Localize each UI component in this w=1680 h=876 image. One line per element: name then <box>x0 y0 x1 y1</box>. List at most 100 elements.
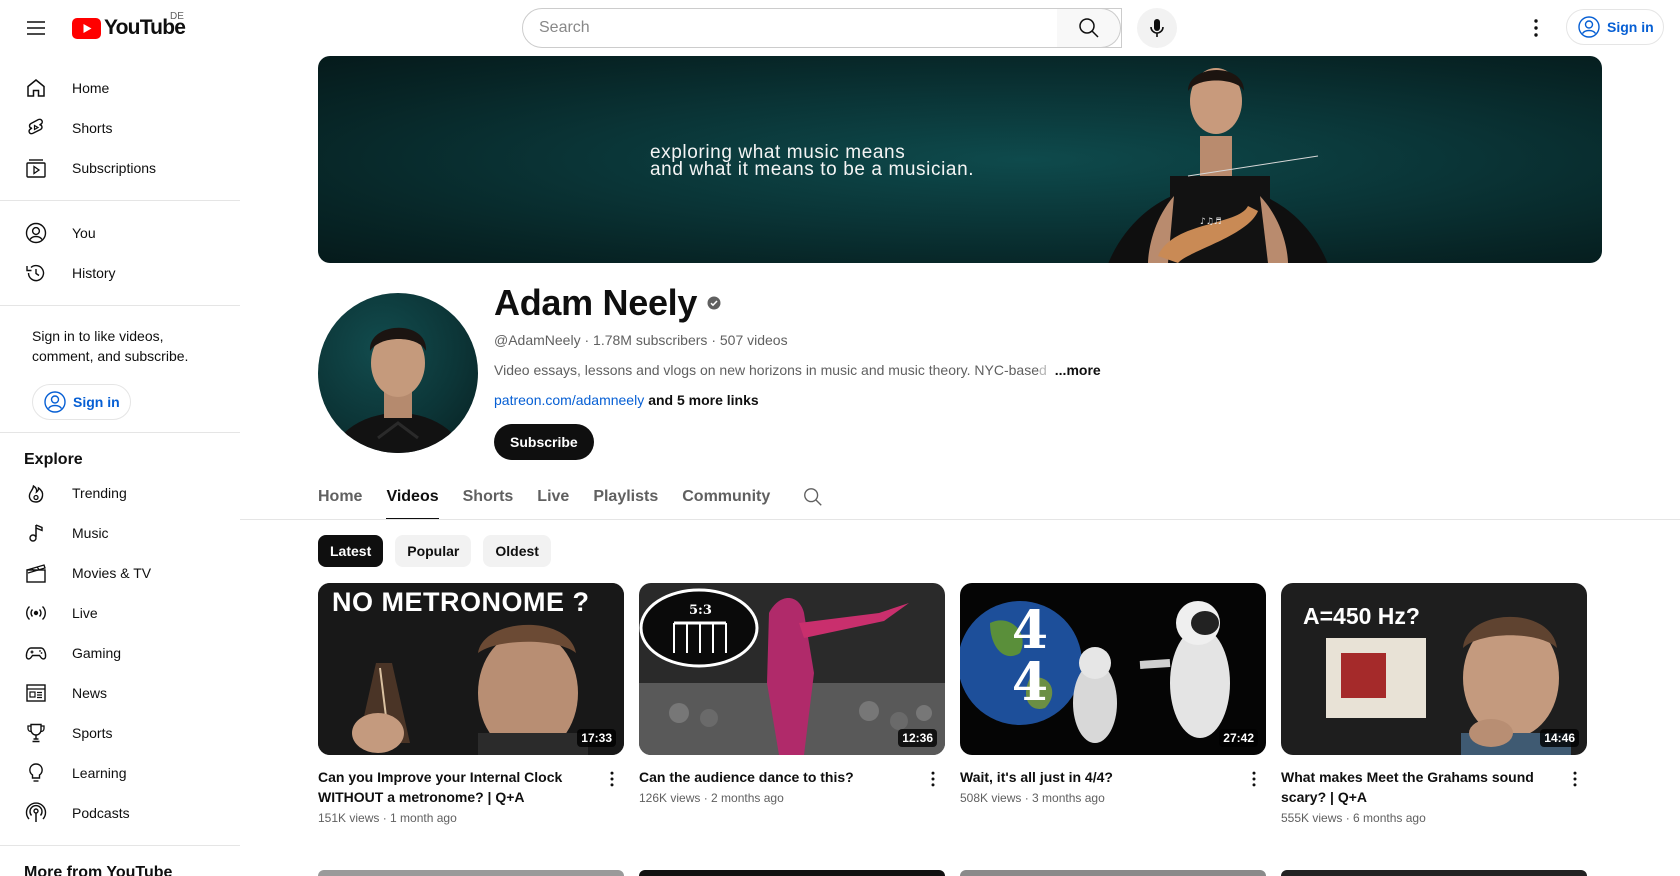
video-thumbnail[interactable]: NO METRONOME ? 17:33 <box>318 583 624 755</box>
video-card: NO METRONOME ? 17:33 Can you Improve you… <box>318 583 624 825</box>
video-menu-button[interactable] <box>1242 767 1266 791</box>
tab-live[interactable]: Live <box>537 474 569 520</box>
channel-avatar[interactable] <box>318 293 478 453</box>
video-menu-button[interactable] <box>1563 767 1587 791</box>
tab-community[interactable]: Community <box>682 474 770 520</box>
svg-text:♪♫♬: ♪♫♬ <box>1200 217 1222 227</box>
sports-icon <box>24 721 48 745</box>
video-thumbnail-partial[interactable] <box>639 870 945 876</box>
sidebar-item-label: Movies & TV <box>72 565 152 581</box>
sidebar-item-trending[interactable]: Trending <box>0 473 228 513</box>
channel-description-fade: d <box>1038 362 1047 378</box>
more-links-button[interactable]: and 5 more links <box>648 392 758 408</box>
description-more-link[interactable]: ...more <box>1055 362 1101 378</box>
sidebar-item-label: Subscriptions <box>72 160 157 176</box>
subscribe-button[interactable]: Subscribe <box>494 424 594 460</box>
video-thumbnail[interactable]: A=450 Hz? 14:46 <box>1281 583 1587 755</box>
sidebar-item-sports[interactable]: Sports <box>0 713 228 753</box>
video-thumbnail[interactable]: 5:3 12:36 <box>639 583 945 755</box>
home-icon <box>24 76 48 100</box>
video-title[interactable]: Wait, it's all just in 4/4? <box>960 767 1230 787</box>
sign-in-label: Sign in <box>1607 19 1654 35</box>
sidebar: Home Shorts Subscriptions You History Si… <box>0 56 240 876</box>
sidebar-item-news[interactable]: News <box>0 673 228 713</box>
video-title[interactable]: Can the audience dance to this? <box>639 767 909 787</box>
video-menu-button[interactable] <box>921 767 945 791</box>
gaming-icon <box>24 641 48 665</box>
sidebar-item-podcasts[interactable]: Podcasts <box>0 793 228 833</box>
video-thumbnail-partial[interactable] <box>1281 870 1587 876</box>
sign-in-prompt: Sign in to like videos, comment, and sub… <box>32 328 189 364</box>
sidebar-item-label: Learning <box>72 765 127 781</box>
voice-search-button[interactable] <box>1137 8 1177 48</box>
banner-tagline: exploring what music means and what it m… <box>650 143 974 179</box>
more-vert-icon <box>931 771 935 787</box>
learning-icon <box>24 761 48 785</box>
chip-latest[interactable]: Latest <box>318 535 384 567</box>
time-signature-top: 4 <box>1011 600 1049 661</box>
tab-shorts[interactable]: Shorts <box>463 474 514 520</box>
sidebar-item-label: Sports <box>72 725 113 741</box>
subscriber-count: 1.78M subscribers <box>593 332 708 348</box>
sidebar-divider <box>0 432 240 433</box>
sidebar-item-live[interactable]: Live <box>0 593 228 633</box>
patreon-link[interactable]: patreon.com/adamneely <box>494 392 644 408</box>
sidebar-item-label: Music <box>72 525 109 541</box>
sidebar-divider <box>0 845 240 846</box>
settings-more-button[interactable] <box>1520 12 1552 44</box>
channel-name-text: Adam Neely <box>494 282 698 323</box>
thumbnail-time-signature: 4 4 <box>1010 605 1050 709</box>
tab-home[interactable]: Home <box>318 474 362 520</box>
sidebar-sign-in-button[interactable]: Sign in <box>32 384 131 420</box>
microphone-icon <box>1150 19 1164 37</box>
video-age: 6 months ago <box>1353 811 1426 825</box>
search-icon <box>804 488 822 506</box>
chip-popular[interactable]: Popular <box>395 535 472 567</box>
search-button[interactable] <box>1057 8 1121 48</box>
menu-button[interactable] <box>20 12 52 44</box>
video-menu-button[interactable] <box>600 767 624 791</box>
sidebar-item-shorts[interactable]: Shorts <box>0 108 228 148</box>
sign-in-button[interactable]: Sign in <box>1566 9 1664 45</box>
sidebar-item-label: Home <box>72 80 110 96</box>
history-icon <box>24 261 48 285</box>
channel-search-button[interactable] <box>802 474 824 520</box>
search-icon <box>1078 18 1099 38</box>
video-thumbnail[interactable]: 4 4 27:42 <box>960 583 1266 755</box>
youtube-play-icon <box>72 17 101 39</box>
sidebar-item-gaming[interactable]: Gaming <box>0 633 228 673</box>
video-age: 3 months ago <box>1032 791 1105 805</box>
sidebar-item-learning[interactable]: Learning <box>0 753 228 793</box>
channel-handle: @AdamNeely <box>494 332 581 348</box>
youtube-logo[interactable]: YouTube <box>72 16 186 40</box>
sidebar-item-home[interactable]: Home <box>0 68 228 108</box>
sidebar-item-movies[interactable]: Movies & TV <box>0 553 228 593</box>
sidebar-item-history[interactable]: History <box>0 253 228 293</box>
chip-oldest[interactable]: Oldest <box>483 535 551 567</box>
video-title[interactable]: What makes Meet the Grahams sound scary?… <box>1281 767 1551 807</box>
sidebar-item-subscriptions[interactable]: Subscriptions <box>0 148 228 188</box>
video-thumbnail-partial[interactable] <box>318 870 624 876</box>
more-vert-icon <box>1534 19 1538 37</box>
sidebar-item-music[interactable]: Music <box>0 513 228 553</box>
video-views: 508K views <box>960 791 1022 805</box>
sidebar-item-you[interactable]: You <box>0 213 228 253</box>
video-duration: 14:46 <box>1540 729 1579 747</box>
movies-icon <box>24 561 48 585</box>
thumbnail-title-text: NO METRONOME ? <box>332 587 590 617</box>
video-age: 2 months ago <box>711 791 784 805</box>
sign-in-label: Sign in <box>73 394 120 410</box>
channel-description[interactable]: Video essays, lessons and vlogs on new h… <box>494 362 1101 378</box>
video-thumbnail-partial[interactable] <box>960 870 1266 876</box>
account-circle-icon <box>44 391 66 413</box>
video-title[interactable]: Can you Improve your Internal Clock WITH… <box>318 767 588 807</box>
sidebar-item-label: News <box>72 685 108 701</box>
search-box[interactable] <box>522 8 1122 48</box>
more-from-youtube-heading: More from YouTube <box>24 864 173 876</box>
search-input[interactable] <box>539 19 1105 37</box>
video-card: 5:3 12:36 Can the audience dance to this… <box>639 583 945 805</box>
channel-tabs: Home Videos Shorts Live Playlists Commun… <box>318 474 824 520</box>
tab-videos[interactable]: Videos <box>386 474 439 520</box>
trending-icon <box>24 481 48 505</box>
tab-playlists[interactable]: Playlists <box>593 474 658 520</box>
